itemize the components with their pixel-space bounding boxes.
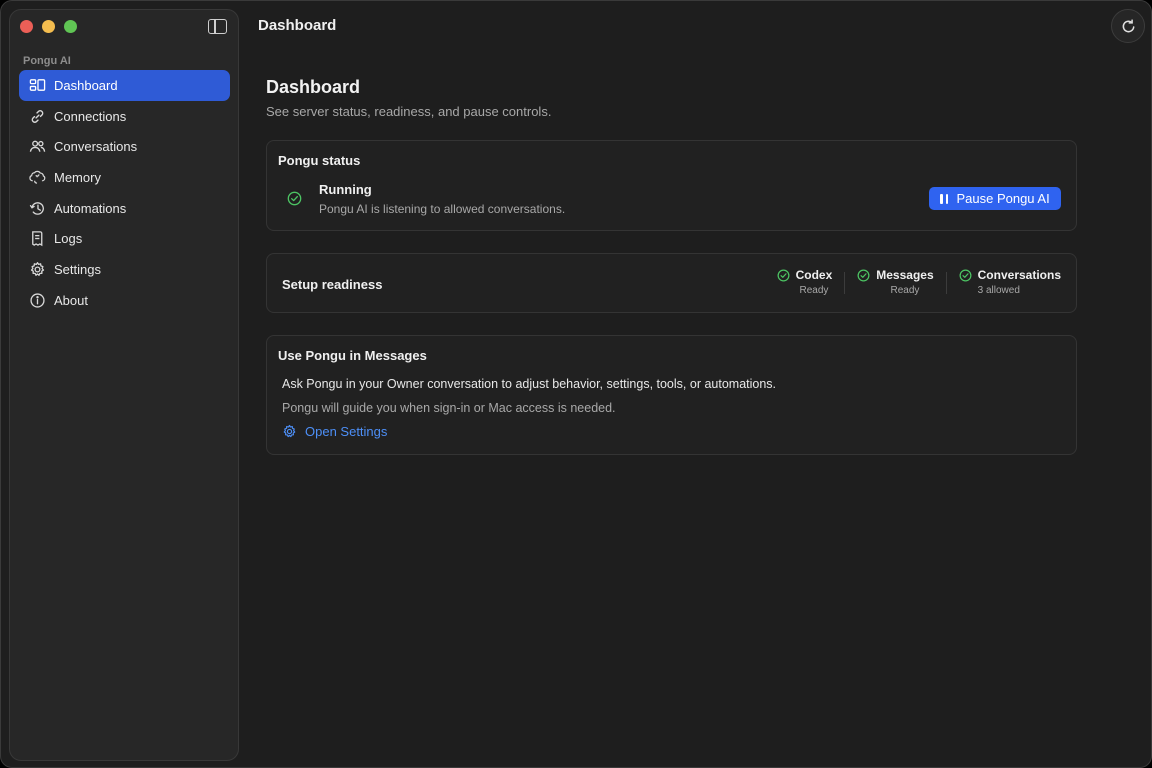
status-card: Pongu status Running Pongu AI is listeni… <box>266 140 1077 231</box>
sidebar-item-about[interactable]: About <box>19 285 230 316</box>
sidebar-item-label: Dashboard <box>54 77 118 93</box>
link-icon <box>28 107 46 125</box>
messages-card: Use Pongu in Messages Ask Pongu in your … <box>266 335 1077 455</box>
sidebar-item-memory[interactable]: Memory <box>19 162 230 193</box>
page-title: Dashboard <box>266 77 361 97</box>
refresh-button[interactable] <box>1111 9 1145 43</box>
status-state: Running <box>319 182 372 197</box>
check-circle-icon <box>777 269 790 281</box>
sidebar-item-settings[interactable]: Settings <box>19 254 230 285</box>
readiness-status: Ready <box>890 285 920 296</box>
readiness-status: 3 allowed <box>977 285 1020 296</box>
sidebar-item-label: Automations <box>54 200 127 216</box>
status-description: Pongu AI is listening to allowed convers… <box>319 202 566 216</box>
sidebar-item-automations[interactable]: Automations <box>19 193 230 224</box>
messages-card-title: Use Pongu in Messages <box>278 348 427 363</box>
sidebar-item-logs[interactable]: Logs <box>19 223 230 254</box>
window-title: Dashboard <box>258 17 337 34</box>
history-icon <box>28 199 46 217</box>
readiness-item-messages: Messages Ready <box>857 268 934 296</box>
info-icon <box>28 291 46 309</box>
status-text: Running Pongu AI is listening to allowed… <box>319 182 565 216</box>
divider <box>844 272 846 294</box>
page-subtitle: See server status, readiness, and pause … <box>266 104 552 119</box>
people-icon <box>28 138 46 156</box>
readiness-status: Ready <box>799 285 829 296</box>
readiness-label: Messages <box>876 268 934 282</box>
check-circle-icon <box>959 269 972 281</box>
sidebar-nav: Dashboard Connections Conversations Memo… <box>19 70 230 316</box>
sidebar-item-label: Connections <box>54 108 127 124</box>
sidebar-item-label: Logs <box>54 231 83 247</box>
status-card-title: Pongu status <box>278 153 361 168</box>
check-circle-icon <box>287 191 302 206</box>
readiness-card: Setup readiness Codex Ready Messages Rea… <box>266 253 1077 313</box>
document-icon <box>28 230 46 248</box>
divider <box>945 272 947 294</box>
readiness-card-title: Setup readiness <box>282 277 383 292</box>
sidebar-section-label: Pongu AI <box>23 55 71 67</box>
brain-icon <box>28 168 46 186</box>
pause-button[interactable]: Pause Pongu AI <box>929 187 1061 210</box>
messages-hint: Pongu will guide you when sign-in or Mac… <box>282 401 616 415</box>
sidebar-item-label: Settings <box>54 261 101 277</box>
sidebar: Pongu AI Dashboard Connections Conversat… <box>9 9 239 761</box>
messages-instruction: Ask Pongu in your Owner conversation to … <box>282 377 777 391</box>
main-header: Dashboard See server status, readiness, … <box>266 77 1077 119</box>
sidebar-item-connections[interactable]: Connections <box>19 101 230 132</box>
refresh-icon <box>1122 18 1134 32</box>
sidebar-item-label: Memory <box>54 169 101 185</box>
readiness-label: Conversations <box>977 268 1061 282</box>
readiness-item-conversations: Conversations 3 allowed <box>959 268 1061 296</box>
gear-icon <box>28 260 46 278</box>
app-window: Pongu AI Dashboard Connections Conversat… <box>0 0 1152 768</box>
readiness-items: Codex Ready Messages Ready Conversations… <box>777 268 1061 296</box>
sidebar-item-dashboard[interactable]: Dashboard <box>19 70 230 101</box>
pause-button-label: Pause Pongu AI <box>956 191 1050 206</box>
zoom-window-button[interactable] <box>64 20 77 33</box>
open-settings-link[interactable]: Open Settings <box>282 424 387 439</box>
sidebar-item-conversations[interactable]: Conversations <box>19 131 230 162</box>
minimize-window-button[interactable] <box>42 20 55 33</box>
open-settings-label: Open Settings <box>305 424 388 439</box>
sidebar-item-label: About <box>54 292 88 308</box>
close-window-button[interactable] <box>20 20 33 33</box>
pause-icon <box>940 193 949 204</box>
check-circle-icon <box>857 269 870 281</box>
readiness-item-codex: Codex Ready <box>777 268 833 296</box>
sidebar-toggle-icon[interactable] <box>208 19 227 34</box>
status-row: Running Pongu AI is listening to allowed… <box>287 182 565 216</box>
readiness-label: Codex <box>795 268 833 282</box>
window-controls <box>20 20 77 33</box>
dashboard-icon <box>28 76 46 94</box>
gear-icon <box>283 424 296 438</box>
sidebar-item-label: Conversations <box>54 139 138 155</box>
